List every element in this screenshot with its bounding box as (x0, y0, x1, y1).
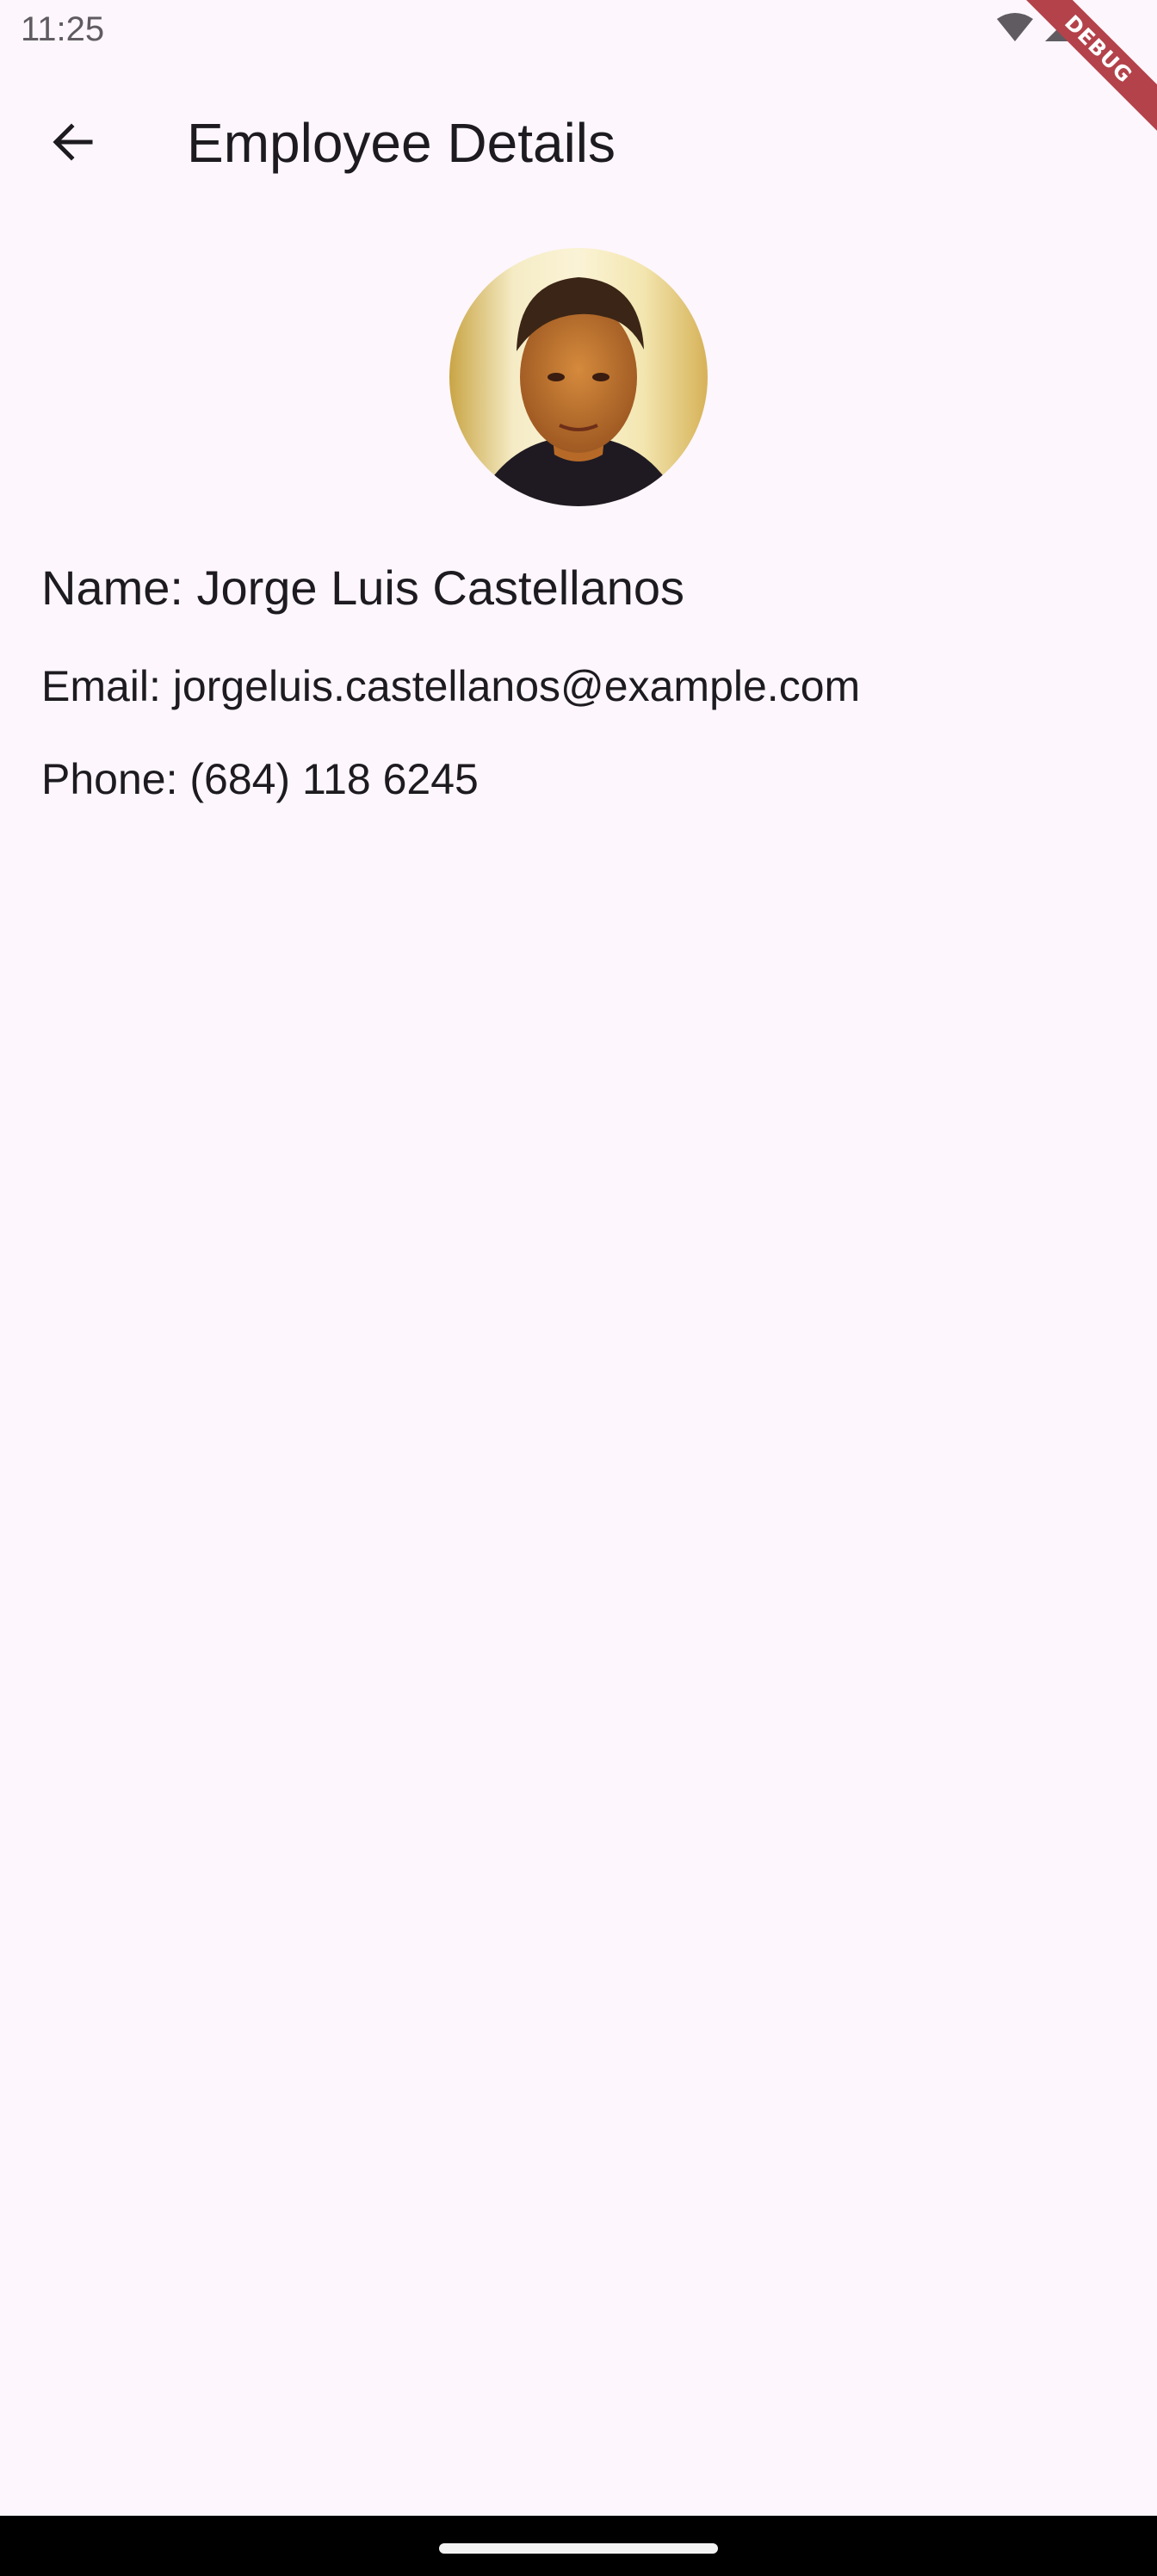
status-time: 11:25 (21, 10, 105, 48)
app-bar: Employee Details (0, 72, 1157, 193)
system-nav-bar (0, 2516, 1157, 2576)
employee-name: Name: Jorge Luis Castellanos (41, 560, 685, 615)
cell-signal-icon (1043, 12, 1074, 47)
page-title: Employee Details (187, 112, 616, 174)
back-button[interactable] (34, 105, 112, 183)
employee-phone: Phone: (684) 118 6245 (41, 755, 479, 803)
avatar (449, 248, 708, 506)
arrow-back-icon (49, 118, 97, 170)
home-gesture-handle[interactable] (439, 2543, 718, 2554)
status-bar: 11:25 (0, 0, 1157, 62)
employee-email: Email: jorgeluis.castellanos@example.com (41, 662, 861, 710)
status-icons (995, 12, 1074, 47)
wifi-icon (995, 12, 1035, 47)
